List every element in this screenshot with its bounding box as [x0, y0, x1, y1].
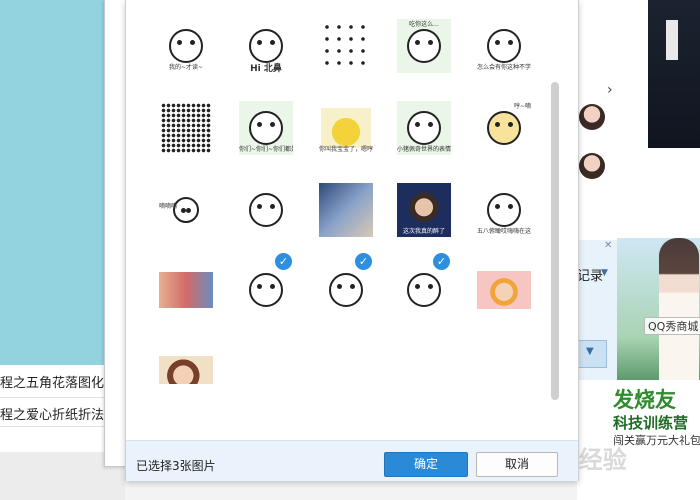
thumbnail-caption: 我的~才读~ [168, 64, 204, 71]
thumbnail[interactable]: 嘀嘀嘀 [146, 170, 226, 250]
thumbnail[interactable] [464, 250, 544, 330]
thumbnail-caption: 这次我真的醉了 [402, 228, 445, 235]
meme-face-icon [329, 273, 363, 307]
thumbnail-caption: 小猪佩奇世界的表情全都是坏蛋 [397, 146, 451, 153]
selection-status: 已选择3张图片 [136, 459, 216, 473]
meme-face-icon [249, 193, 283, 227]
thumbnail-caption: Hi 北鼻 [250, 64, 282, 74]
thumbnail[interactable] [146, 330, 226, 410]
meme-face-icon [487, 193, 521, 227]
promo-subtitle: 科技训练营 [613, 414, 689, 432]
thumbnail-grid: 我的~才读~ Hi 北鼻 吃你这么... 怎么会有你这种不学习的人呢? 你们~你… [126, 0, 546, 440]
thumbnail-selected[interactable]: ✓ [384, 250, 464, 330]
avatar [579, 104, 605, 130]
background-person-image [648, 0, 700, 148]
thumbnail-caption: 吃你这么... [409, 21, 439, 28]
checkmark-icon[interactable]: ✓ [355, 253, 372, 270]
thumbnail[interactable]: 哼~嘀 [464, 88, 544, 168]
cancel-button[interactable]: 取消 [476, 452, 558, 477]
meme-figures-icon [321, 21, 371, 71]
cartoon-image [159, 356, 213, 384]
meme-face-icon [249, 273, 283, 307]
checkmark-icon[interactable]: ✓ [433, 253, 450, 270]
meme-face-icon [249, 29, 283, 63]
thumbnail-selected[interactable]: ✓ [226, 250, 306, 330]
cartoon-image [477, 271, 531, 309]
meme-grid-icon [161, 103, 211, 153]
image-picker-dialog: 我的~才读~ Hi 北鼻 吃你这么... 怎么会有你这种不学习的人呢? 你们~你… [125, 0, 579, 481]
pikachu-image [321, 108, 371, 148]
thumbnail[interactable]: 五八俯瞰哎嗨嗨在这嗨嗨的时代 [464, 170, 544, 250]
avatar [579, 153, 605, 179]
meme-face-icon [487, 111, 521, 145]
thumbnail[interactable] [306, 170, 386, 250]
dialog-footer: 已选择3张图片 确定 取消 [126, 440, 578, 481]
confirm-button[interactable]: 确定 [384, 452, 468, 477]
thumbnail[interactable]: 小猪佩奇世界的表情全都是坏蛋 [384, 88, 464, 168]
chevron-down-icon: ▼ [586, 346, 594, 357]
thumbnail[interactable]: 这次我真的醉了 [384, 170, 464, 250]
close-icon[interactable]: ✕ [604, 240, 612, 251]
thumbnail[interactable] [146, 88, 226, 168]
ad-label[interactable]: QQ秀商城 [644, 317, 700, 335]
background-dialog [104, 0, 127, 467]
meme-face-icon [249, 111, 283, 145]
thumbnail[interactable] [146, 250, 226, 330]
thumbnail[interactable] [306, 6, 386, 86]
meme-face-icon [487, 29, 521, 63]
record-menu[interactable]: 记录 [577, 265, 603, 284]
meme-face-icon [173, 197, 199, 223]
chevron-right-icon[interactable]: › [607, 82, 613, 98]
promo-title: 发烧友 [613, 388, 676, 412]
thumbnail[interactable]: 我的~才读~ [146, 6, 226, 86]
meme-face-icon [169, 29, 203, 63]
thumbnail[interactable]: 怎么会有你这种不学习的人呢? [464, 6, 544, 86]
dropdown-button[interactable]: ▼ [577, 340, 607, 368]
thumbnail[interactable]: Hi 北鼻 [226, 6, 306, 86]
thumbnail-caption: 你们~你们~你们都是坏人 [239, 146, 293, 153]
ad-image[interactable] [617, 238, 700, 380]
thumbnail-caption: 五八俯瞰哎嗨嗨在这嗨嗨的时代 [477, 228, 531, 235]
photo-image [159, 272, 213, 308]
thumbnail[interactable]: 你们~你们~你们都是坏人 [226, 88, 306, 168]
thumbnail-caption: 嘀嘀嘀 [159, 203, 178, 210]
meme-face-icon [407, 29, 441, 63]
meme-face-icon [407, 111, 441, 145]
thumbnail[interactable]: 吃你这么... [384, 6, 464, 86]
thumbnail-caption: 怎么会有你这种不学习的人呢? [477, 64, 531, 71]
scrollbar-thumb[interactable] [551, 82, 559, 400]
checkmark-icon[interactable]: ✓ [275, 253, 292, 270]
ad-figure [659, 238, 699, 380]
thumbnail[interactable]: 你叫我宝宝了，嗯哼！ [306, 88, 386, 168]
photo-image [319, 183, 373, 237]
thumbnail-selected[interactable]: ✓ [306, 250, 386, 330]
meme-face-icon [407, 273, 441, 307]
chevron-down-icon[interactable]: ▼ [601, 268, 608, 278]
thumbnail-caption: 你叫我宝宝了，嗯哼！ [319, 146, 373, 153]
thumbnail[interactable] [226, 170, 306, 250]
thumbnail-caption: 哼~嘀 [513, 103, 531, 110]
